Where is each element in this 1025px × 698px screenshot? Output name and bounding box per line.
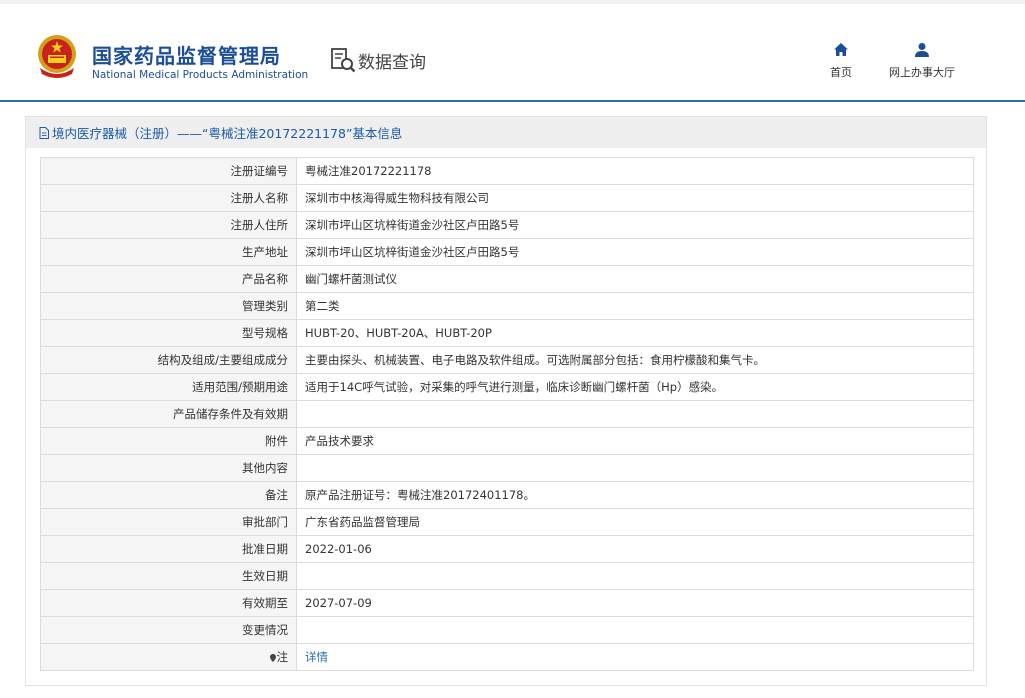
row-value: 第二类: [296, 292, 974, 320]
row-value: 广东省药品监督管理局: [296, 508, 974, 536]
detail-panel: 境内医疗器械（注册）——“粤械注准20172221178”基本信息 注册证编号粤…: [25, 116, 987, 686]
row-value: 原产品注册证号：粤械注准20172401178。: [296, 481, 974, 509]
table-row: 产品名称 幽门螺杆菌测试仪: [40, 265, 974, 293]
details-link[interactable]: 详情: [305, 650, 328, 664]
table-row: 产品储存条件及有效期: [40, 400, 974, 428]
row-label: 审批部门: [40, 508, 297, 536]
row-value: 产品技术要求: [296, 427, 974, 455]
table-row: 审批部门 广东省药品监督管理局: [40, 508, 974, 536]
table-row: 变更情况: [40, 616, 974, 644]
row-value: 深圳市中核海得威生物科技有限公司: [296, 184, 974, 212]
site-subtitle: National Medical Products Administration: [92, 69, 309, 81]
table-row: 适用范围/预期用途 适用于14C呼气试验，对采集的呼气进行测量，临床诊断幽门螺杆菌…: [40, 373, 974, 401]
home-icon: [834, 43, 848, 56]
table-row: 管理类别 第二类: [40, 292, 974, 320]
row-label: 注册人名称: [40, 184, 297, 212]
row-value: 粤械注准20172221178: [296, 157, 974, 185]
row-value: 适用于14C呼气试验，对采集的呼气进行测量，临床诊断幽门螺杆菌（Hp）感染。: [296, 373, 974, 401]
row-label: 生产地址: [40, 238, 297, 266]
document-search-icon: [331, 48, 356, 73]
row-label: 产品储存条件及有效期: [40, 400, 297, 428]
module-title: 数据查询: [358, 52, 426, 73]
row-label: 注册人住所: [40, 211, 297, 239]
row-value: [296, 454, 974, 482]
row-label: 变更情况: [40, 616, 297, 644]
national-emblem-icon: [38, 35, 76, 78]
nav-home[interactable]: 首页: [825, 42, 857, 80]
row-label: 注: [40, 643, 297, 671]
nav-online-hall-label: 网上办事大厅: [889, 66, 955, 79]
panel-header: 境内医疗器械（注册）——“粤械注准20172221178”基本信息: [26, 117, 986, 148]
row-label: 有效期至: [40, 589, 297, 617]
row-value: 2022-01-06: [296, 535, 974, 563]
table-row: 生效日期: [40, 562, 974, 590]
panel-title: 境内医疗器械（注册）——“粤械注准20172221178”基本信息: [52, 126, 403, 141]
note-label: 注: [276, 650, 289, 664]
row-value: [296, 616, 974, 644]
row-value: 深圳市坪山区坑梓街道金沙社区卢田路5号: [296, 238, 974, 266]
document-icon: [39, 126, 49, 139]
row-label: 适用范围/预期用途: [40, 373, 297, 401]
row-label: 生效日期: [40, 562, 297, 590]
row-label: 结构及组成/主要组成成分: [40, 346, 297, 374]
table-row-note: 注 详情: [40, 643, 974, 671]
row-value: 深圳市坪山区坑梓街道金沙社区卢田路5号: [296, 211, 974, 239]
row-label: 附件: [40, 427, 297, 455]
table-row: 型号规格 HUBT-20、HUBT-20A、HUBT-20P: [40, 319, 974, 347]
header-divider: [0, 100, 1025, 102]
table-row: 注册人名称 深圳市中核海得威生物科技有限公司: [40, 184, 974, 212]
site-header: 国家药品监督管理局 National Medical Products Admi…: [0, 4, 1025, 101]
table-row: 批准日期 2022-01-06: [40, 535, 974, 563]
table-row: 生产地址 深圳市坪山区坑梓街道金沙社区卢田路5号: [40, 238, 974, 266]
row-label: 批准日期: [40, 535, 297, 563]
row-value: 2027-07-09: [296, 589, 974, 617]
table-row: 结构及组成/主要组成成分 主要由探头、机械装置、电子电路及软件组成。可选附属部分包…: [40, 346, 974, 374]
user-icon: [915, 43, 929, 57]
info-table: 注册证编号 粤械注准20172221178 注册人名称 深圳市中核海得威生物科技有限公…: [40, 157, 974, 671]
location-pin-icon: [269, 654, 276, 662]
row-label: 型号规格: [40, 319, 297, 347]
row-label: 备注: [40, 481, 297, 509]
row-value: HUBT-20、HUBT-20A、HUBT-20P: [296, 319, 974, 347]
row-value: 详情: [296, 643, 974, 671]
nav-home-label: 首页: [830, 66, 852, 79]
row-value: [296, 562, 974, 590]
table-row: 附件 产品技术要求: [40, 427, 974, 455]
nav-online-hall[interactable]: 网上办事大厅: [885, 42, 959, 80]
row-value: 幽门螺杆菌测试仪: [296, 265, 974, 293]
row-value: [296, 400, 974, 428]
row-label: 注册证编号: [40, 157, 297, 185]
row-label: 产品名称: [40, 265, 297, 293]
row-label: 管理类别: [40, 292, 297, 320]
row-label: 其他内容: [40, 454, 297, 482]
row-value: 主要由探头、机械装置、电子电路及软件组成。可选附属部分包括：食用柠檬酸和集气卡。: [296, 346, 974, 374]
site-title: 国家药品监督管理局: [92, 44, 281, 68]
data-query-module: 数据查询: [330, 48, 426, 73]
table-row: 有效期至 2027-07-09: [40, 589, 974, 617]
table-row: 注册人住所 深圳市坪山区坑梓街道金沙社区卢田路5号: [40, 211, 974, 239]
table-row: 其他内容: [40, 454, 974, 482]
table-row: 注册证编号 粤械注准20172221178: [40, 157, 974, 185]
table-row: 备注 原产品注册证号：粤械注准20172401178。: [40, 481, 974, 509]
